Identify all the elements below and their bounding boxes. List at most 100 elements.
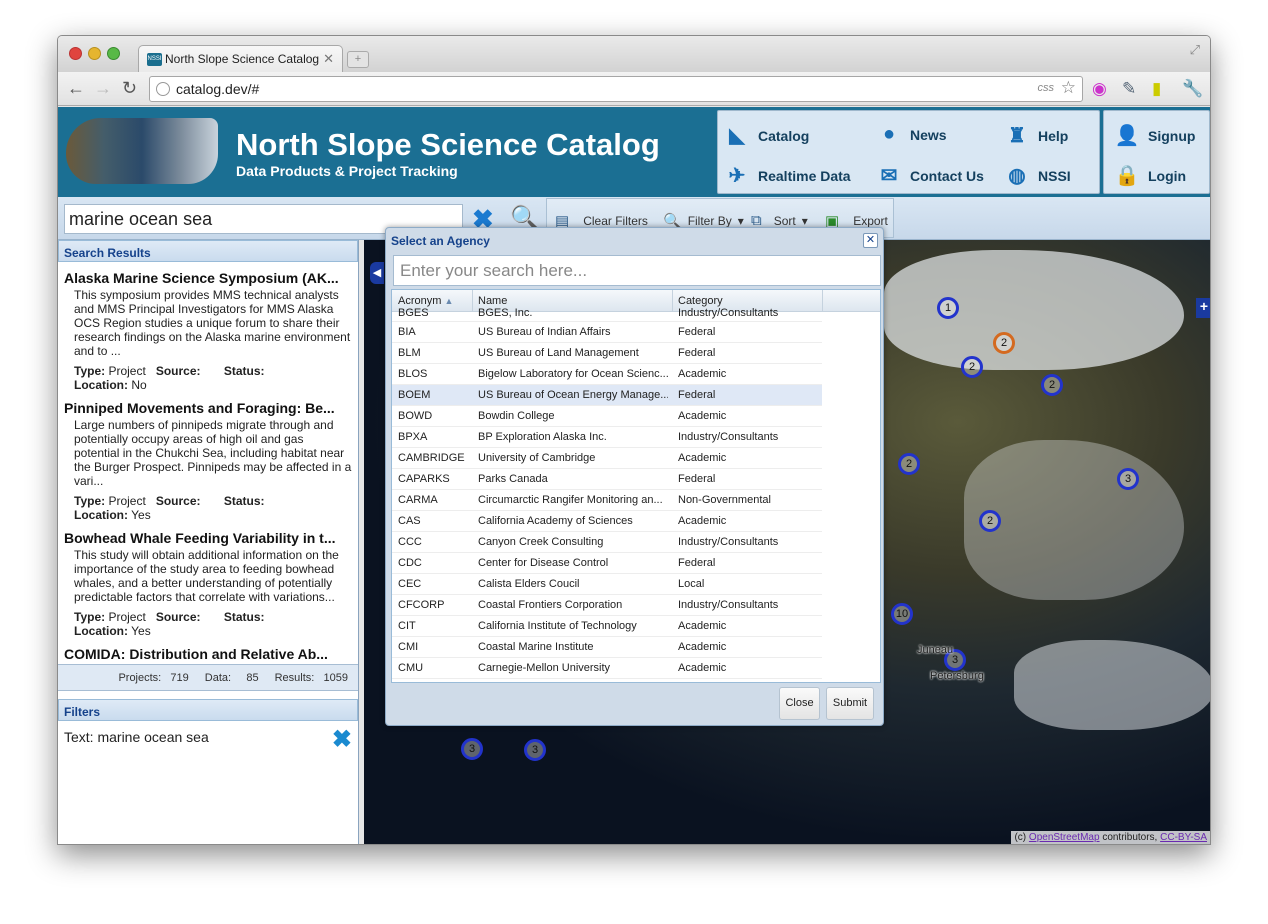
collapse-panel-icon[interactable]: ◀	[370, 262, 384, 284]
eyedropper-icon[interactable]: ✎	[1122, 79, 1136, 99]
minimize-window-button[interactable]	[88, 47, 101, 60]
back-arrow-icon[interactable]: ←	[67, 78, 85, 99]
agency-row[interactable]: BPXA BP Exploration Alaska Inc. Industry/C…	[392, 427, 822, 448]
agency-row[interactable]: BGES BGES, Inc. Industry/Consultants	[392, 307, 822, 322]
status-label: Status:	[223, 610, 265, 624]
source-label: Source:	[155, 610, 201, 624]
tab-close-icon[interactable]: ✕	[323, 51, 334, 67]
agency-rows[interactable]: BGES BGES, Inc. Industry/Consultants BIA…	[392, 307, 822, 679]
acronym-cell: CMI	[398, 641, 419, 653]
agency-row[interactable]: CARMA Circumarctic Rangifer Monitoring an…	[392, 490, 822, 511]
agency-row[interactable]: BLM US Bureau of Land Management Federal	[392, 343, 822, 364]
map-cluster-marker[interactable]: 3	[524, 739, 546, 761]
result-title[interactable]: COMIDA: Distribution and Relative Ab...	[64, 646, 352, 662]
map-cluster-marker[interactable]: 2	[961, 356, 983, 378]
category-cell: Federal	[678, 389, 716, 401]
nav-catalog[interactable]: ◣ Catalog	[722, 123, 809, 148]
nav-news[interactable]: ● News	[874, 123, 947, 146]
nav-label: Contact Us	[910, 167, 984, 184]
forward-arrow-icon[interactable]: →	[94, 78, 112, 99]
signup-link[interactable]: 👤 Signup	[1112, 123, 1196, 148]
browser-toolbar: ← → ↻ catalog.dev/# css ☆ ◉ ✎ ▮ 🔧	[58, 72, 1210, 106]
agency-row[interactable]: CFCORP Coastal Frontiers Corporation Indus…	[392, 595, 822, 616]
css-badge[interactable]: css	[1038, 82, 1055, 94]
column-header-name[interactable]: Name	[478, 295, 507, 307]
dialog-close-icon[interactable]: ✕	[863, 233, 878, 248]
name-cell: US Bureau of Indian Affairs	[478, 326, 611, 338]
agency-search-input[interactable]: Enter your search here...	[393, 255, 881, 286]
nav-help[interactable]: ♜ Help	[1002, 123, 1068, 148]
openstreetmap-link[interactable]: OpenStreetMap	[1029, 832, 1100, 843]
wrench-icon[interactable]: 🔧	[1182, 79, 1203, 99]
map-cluster-marker[interactable]: 3	[1117, 468, 1139, 490]
agency-row[interactable]: BIA US Bureau of Indian Affairs Federal	[392, 322, 822, 343]
nav-nssi[interactable]: ◍ NSSI	[1002, 163, 1071, 188]
map-cluster-marker[interactable]: 10	[891, 603, 913, 625]
nav-contact-us[interactable]: ✉ Contact Us	[874, 163, 984, 188]
result-item[interactable]: Alaska Marine Science Symposium (AK... T…	[58, 262, 358, 392]
mobile-device-icon[interactable]: ▮	[1152, 79, 1161, 99]
search-results-header[interactable]: Search Results	[58, 240, 358, 262]
agency-row[interactable]: CMU Carnegie-Mellon University Academic	[392, 658, 822, 679]
location-label: Location:	[74, 624, 128, 638]
acronym-cell: BLOS	[398, 368, 428, 380]
nav-label: Signup	[1148, 127, 1196, 144]
agency-row[interactable]: CAMBRIDGE University of Cambridge Academic	[392, 448, 822, 469]
agency-row[interactable]: CEC Calista Elders Coucil Local	[392, 574, 822, 595]
map-cluster-marker[interactable]: 2	[898, 453, 920, 475]
agency-row[interactable]: CAPARKS Parks Canada Federal	[392, 469, 822, 490]
filters-header[interactable]: Filters	[58, 699, 358, 721]
nssi-logo[interactable]	[66, 118, 218, 184]
bookmark-star-icon[interactable]: ☆	[1061, 78, 1076, 98]
zoom-window-button[interactable]	[107, 47, 120, 60]
map-cluster-marker[interactable]: 1	[937, 297, 959, 319]
result-title[interactable]: Pinniped Movements and Foraging: Be...	[64, 400, 352, 416]
color-wheel-icon[interactable]: ◉	[1092, 79, 1107, 99]
agency-row[interactable]: BLOS Bigelow Laboratory for Ocean Scienc.…	[392, 364, 822, 385]
column-header-category[interactable]: Category	[678, 295, 723, 307]
new-tab-button[interactable]: +	[347, 51, 369, 68]
map-cluster-marker[interactable]: 2	[993, 332, 1015, 354]
result-item[interactable]: Bowhead Whale Feeding Variability in t..…	[58, 522, 358, 638]
nav-label: Realtime Data	[758, 167, 851, 184]
nav-label: News	[910, 126, 947, 143]
agency-row[interactable]: CDC Center for Disease Control Federal	[392, 553, 822, 574]
result-title[interactable]: Alaska Marine Science Symposium (AK...	[64, 270, 352, 286]
results-list[interactable]: Alaska Marine Science Symposium (AK... T…	[58, 262, 358, 662]
result-item[interactable]: COMIDA: Distribution and Relative Ab...	[58, 638, 358, 662]
agency-row[interactable]: BOWD Bowdin College Academic	[392, 406, 822, 427]
map-cluster-marker[interactable]: 2	[979, 510, 1001, 532]
agency-row[interactable]: CMI Coastal Marine Institute Academic	[392, 637, 822, 658]
cc-by-sa-link[interactable]: CC-BY-SA	[1160, 832, 1207, 843]
agency-row[interactable]: CCC Canyon Creek Consulting Industry/Consu…	[392, 532, 822, 553]
agency-row[interactable]: BOEM US Bureau of Ocean Energy Manage... F…	[392, 385, 822, 406]
nav-label: NSSI	[1038, 167, 1071, 184]
close-button[interactable]: Close	[779, 687, 820, 720]
close-window-button[interactable]	[69, 47, 82, 60]
login-link[interactable]: 🔒 Login	[1112, 163, 1187, 188]
fullscreen-icon[interactable]: ⤢	[1190, 42, 1200, 58]
result-item[interactable]: Pinniped Movements and Foraging: Be... L…	[58, 392, 358, 522]
name-cell: Bigelow Laboratory for Ocean Scienc...	[478, 368, 668, 380]
globe-icon: ◍	[1008, 165, 1026, 187]
reload-icon[interactable]: ↻	[122, 78, 137, 99]
zoom-in-icon[interactable]: +	[1196, 298, 1210, 318]
remove-filter-icon[interactable]: ✖	[332, 725, 352, 754]
result-title[interactable]: Bowhead Whale Feeding Variability in t..…	[64, 530, 352, 546]
user-icon: 👤	[1114, 125, 1140, 147]
map-cluster-marker[interactable]: 3	[461, 738, 483, 760]
acronym-cell: BIA	[398, 326, 416, 338]
nav-label: Help	[1038, 127, 1069, 144]
agency-row[interactable]: CAS California Academy of Sciences Academi…	[392, 511, 822, 532]
nav-realtime-data[interactable]: ✈ Realtime Data	[722, 163, 851, 188]
agency-row[interactable]: CIT California Institute of Technology Aca…	[392, 616, 822, 637]
address-bar[interactable]: catalog.dev/# css ☆	[149, 76, 1083, 102]
nav-label: Login	[1148, 167, 1187, 184]
name-cell: California Academy of Sciences	[478, 515, 633, 527]
submit-button[interactable]: Submit	[826, 687, 874, 720]
results-count: Results: 1059	[274, 672, 348, 684]
map-cluster-marker[interactable]: 2	[1041, 374, 1063, 396]
column-header-acronym[interactable]: Acronym ▲	[398, 295, 453, 307]
browser-tab[interactable]: NSSI North Slope Science Catalog ✕	[138, 45, 343, 73]
site-title[interactable]: North Slope Science Catalog	[236, 127, 660, 163]
